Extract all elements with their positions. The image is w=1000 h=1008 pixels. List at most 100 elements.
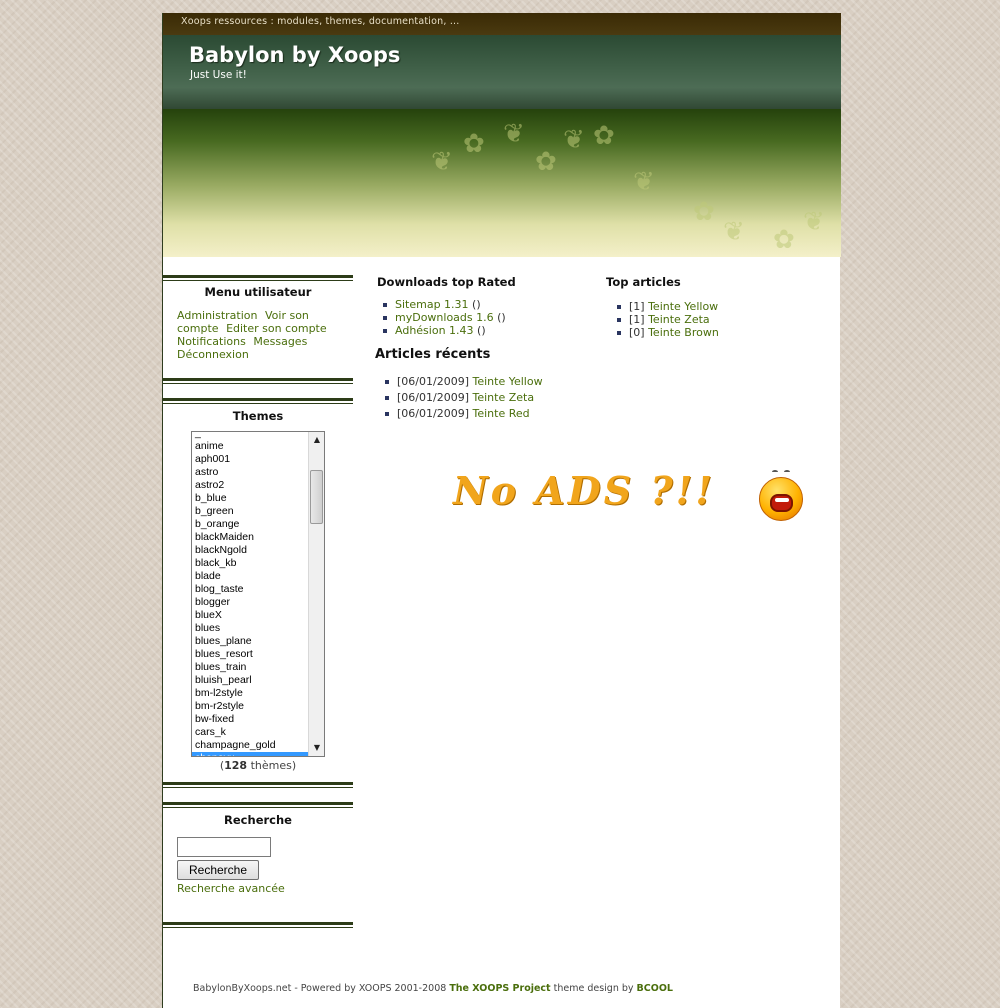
article-link[interactable]: Teinte Yellow bbox=[472, 375, 542, 388]
theme-option[interactable]: aph001 bbox=[192, 453, 309, 466]
theme-count-number: 128 bbox=[224, 759, 248, 772]
site-title[interactable]: Babylon by Xoops bbox=[189, 43, 400, 67]
site-header: Babylon by Xoops Just Use it! bbox=[163, 35, 841, 131]
scrollbar-thumb[interactable] bbox=[310, 470, 323, 524]
theme-option[interactable]: bm-l2style bbox=[192, 687, 309, 700]
list-item: Sitemap 1.31 () bbox=[377, 298, 506, 311]
edit-account-link[interactable]: Editer son compte bbox=[226, 322, 327, 335]
list-item: Adhésion 1.43 () bbox=[377, 324, 506, 337]
no-ads-banner: No ADS ?!! bbox=[453, 468, 716, 513]
leaf-decoration: ✿ bbox=[593, 121, 615, 151]
block-rule bbox=[163, 398, 353, 404]
theme-count: (128 thèmes) bbox=[219, 759, 297, 772]
top-bar-text: Xoops ressources : modules, themes, docu… bbox=[181, 16, 460, 27]
smiley-brow bbox=[772, 470, 778, 474]
theme-option[interactable]: blues_plane bbox=[192, 635, 309, 648]
recent-articles-title: Articles récents bbox=[375, 347, 491, 362]
themes-title: Themes bbox=[232, 409, 284, 423]
block-rule bbox=[163, 275, 353, 281]
logout-link[interactable]: Déconnexion bbox=[177, 348, 249, 361]
top-articles-title: Top articles bbox=[606, 275, 681, 289]
theme-option[interactable]: b_orange bbox=[192, 518, 309, 531]
theme-option[interactable]: blade bbox=[192, 570, 309, 583]
notifications-link[interactable]: Notifications bbox=[177, 335, 246, 348]
list-item: [06/01/2009] Teinte Zeta bbox=[379, 391, 543, 407]
theme-option[interactable]: astro bbox=[192, 466, 309, 479]
theme-option[interactable]: blog_taste bbox=[192, 583, 309, 596]
leaf-decoration: ❦ bbox=[563, 125, 585, 155]
theme-option[interactable]: cars_k bbox=[192, 726, 309, 739]
list-item: [1] Teinte Zeta bbox=[611, 313, 719, 326]
smiley-mouth bbox=[770, 494, 793, 512]
leaf-decoration: ❦ bbox=[633, 167, 655, 197]
list-item: myDownloads 1.6 () bbox=[377, 311, 506, 324]
screaming-smiley-icon bbox=[759, 470, 803, 521]
theme-option[interactable]: bm-r2style bbox=[192, 700, 309, 713]
theme-items: _ anime aph001 astro astro2 b_blue b_green b_or… bbox=[192, 432, 324, 756]
downloads-list: Sitemap 1.31 () myDownloads 1.6 () Adhés… bbox=[377, 298, 506, 337]
site-slogan: Just Use it! bbox=[190, 69, 247, 81]
theme-option[interactable]: chanoyu bbox=[192, 752, 309, 756]
smiley-teeth bbox=[775, 498, 789, 502]
list-item: [06/01/2009] Teinte Red bbox=[379, 407, 543, 423]
smiley-brow bbox=[784, 470, 790, 474]
article-link[interactable]: Teinte Zeta bbox=[472, 391, 534, 404]
theme-option[interactable]: bw-fixed bbox=[192, 713, 309, 726]
theme-option[interactable]: bluish_pearl bbox=[192, 674, 309, 687]
search-button[interactable]: Recherche bbox=[177, 860, 259, 880]
list-item: [0] Teinte Brown bbox=[611, 326, 719, 339]
theme-option[interactable]: blues_train bbox=[192, 661, 309, 674]
theme-list-scrollbar[interactable]: ▲ ▼ bbox=[308, 432, 324, 756]
leaf-decoration: ❦ bbox=[803, 207, 825, 237]
block-rule bbox=[163, 802, 353, 808]
user-menu-title: Menu utilisateur bbox=[204, 285, 312, 299]
left-column: Menu utilisateur Administration Voir son… bbox=[163, 275, 353, 928]
theme-option[interactable]: astro2 bbox=[192, 479, 309, 492]
theme-option[interactable]: blackNgold bbox=[192, 544, 309, 557]
theme-option[interactable]: blues_resort bbox=[192, 648, 309, 661]
leaf-decoration: ❦ bbox=[431, 147, 453, 177]
block-rule bbox=[163, 922, 353, 928]
downloads-title: Downloads top Rated bbox=[377, 275, 516, 289]
download-link[interactable]: Adhésion 1.43 bbox=[395, 324, 474, 337]
messages-link[interactable]: Messages bbox=[253, 335, 307, 348]
top-bar: Xoops ressources : modules, themes, docu… bbox=[163, 13, 841, 35]
theme-option[interactable]: blackMaiden bbox=[192, 531, 309, 544]
theme-option[interactable]: champagne_gold bbox=[192, 739, 309, 752]
recent-articles-list: [06/01/2009] Teinte Yellow [06/01/2009] … bbox=[379, 375, 543, 423]
search-input[interactable] bbox=[177, 837, 271, 857]
designer-link[interactable]: BCOOL bbox=[637, 983, 673, 994]
search-title: Recherche bbox=[224, 813, 292, 827]
list-item: [06/01/2009] Teinte Yellow bbox=[379, 375, 543, 391]
admin-link[interactable]: Administration bbox=[177, 309, 258, 322]
scroll-up-arrow-icon[interactable]: ▲ bbox=[309, 432, 324, 448]
header-banner-image: ❦ ✿ ❦ ✿ ❦ ✿ ❦ ✿ ❦ ✿ ❦ bbox=[163, 109, 841, 257]
theme-option[interactable]: blueX bbox=[192, 609, 309, 622]
user-menu: Administration Voir son compte Editer so… bbox=[163, 309, 353, 361]
theme-option[interactable]: blogger bbox=[192, 596, 309, 609]
download-link[interactable]: Sitemap 1.31 bbox=[395, 298, 469, 311]
theme-select-list[interactable]: _ anime aph001 astro astro2 b_blue b_green b_or… bbox=[191, 431, 325, 757]
theme-option[interactable]: black_kb bbox=[192, 557, 309, 570]
theme-option[interactable]: anime bbox=[192, 440, 309, 453]
article-link[interactable]: Teinte Brown bbox=[648, 326, 719, 339]
search-block: Recherche Recherche avancée bbox=[163, 837, 353, 922]
theme-option[interactable]: b_green bbox=[192, 505, 309, 518]
scroll-down-arrow-icon[interactable]: ▼ bbox=[309, 740, 324, 756]
top-articles-list: [1] Teinte Yellow [1] Teinte Zeta [0] Te… bbox=[611, 300, 719, 339]
leaf-decoration: ✿ bbox=[463, 129, 485, 159]
xoops-project-link[interactable]: The XOOPS Project bbox=[449, 983, 550, 994]
theme-option[interactable]: blues bbox=[192, 622, 309, 635]
article-link[interactable]: Teinte Yellow bbox=[648, 300, 718, 313]
article-link[interactable]: Teinte Zeta bbox=[648, 313, 710, 326]
article-link[interactable]: Teinte Red bbox=[472, 407, 529, 420]
themes-block: _ anime aph001 astro astro2 b_blue b_green b_or… bbox=[163, 431, 353, 778]
theme-option[interactable]: _ bbox=[192, 432, 309, 440]
leaf-decoration: ✿ bbox=[773, 225, 795, 255]
theme-option[interactable]: b_blue bbox=[192, 492, 309, 505]
leaf-decoration: ✿ bbox=[693, 197, 715, 227]
leaf-decoration: ❦ bbox=[503, 119, 525, 149]
leaf-decoration: ❦ bbox=[723, 217, 745, 247]
download-link[interactable]: myDownloads 1.6 bbox=[395, 311, 494, 324]
advanced-search-link[interactable]: Recherche avancée bbox=[177, 882, 285, 895]
